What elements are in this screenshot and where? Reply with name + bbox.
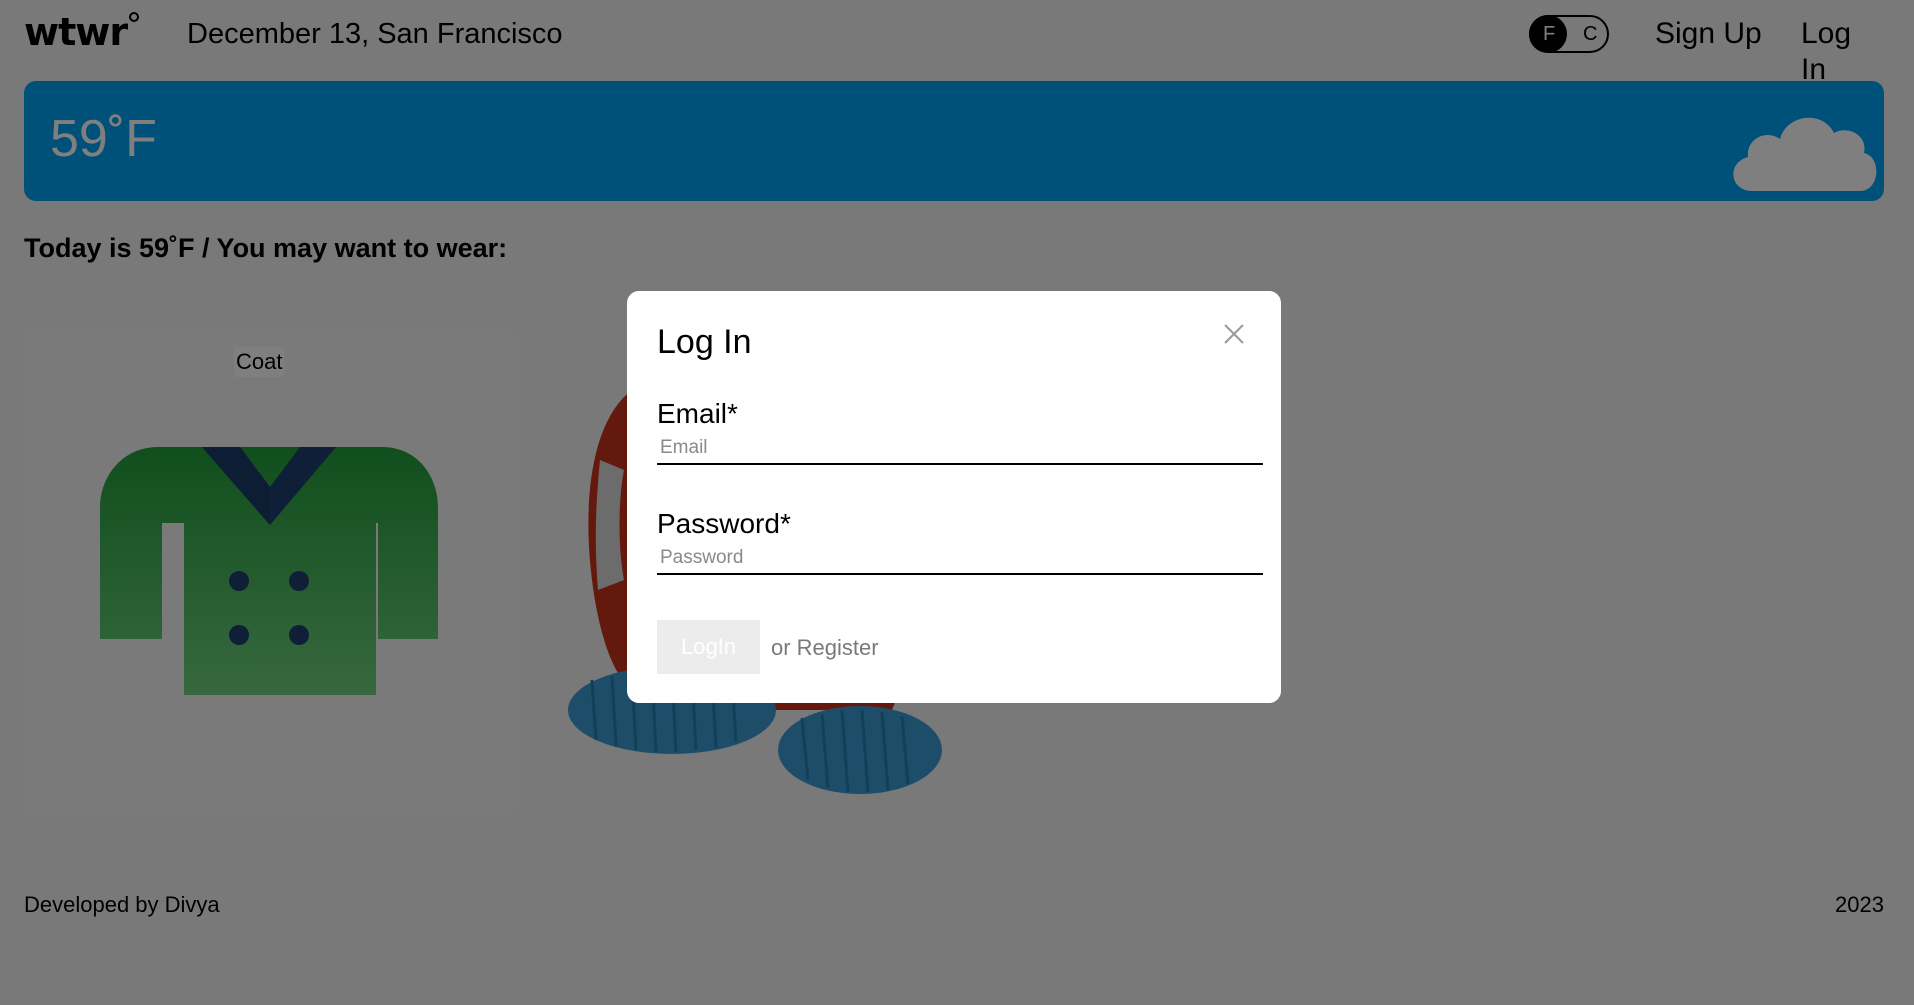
login-submit-button[interactable]: LogIn — [657, 620, 760, 674]
login-modal: Log In Email* Password* LogIn or Registe… — [627, 291, 1281, 703]
register-link[interactable]: or Register — [771, 633, 879, 663]
email-field[interactable] — [657, 433, 1263, 465]
modal-title: Log In — [657, 323, 752, 361]
password-field[interactable] — [657, 543, 1263, 575]
password-label: Password* — [657, 508, 791, 539]
email-label: Email* — [657, 398, 738, 429]
close-icon[interactable] — [1221, 321, 1247, 347]
